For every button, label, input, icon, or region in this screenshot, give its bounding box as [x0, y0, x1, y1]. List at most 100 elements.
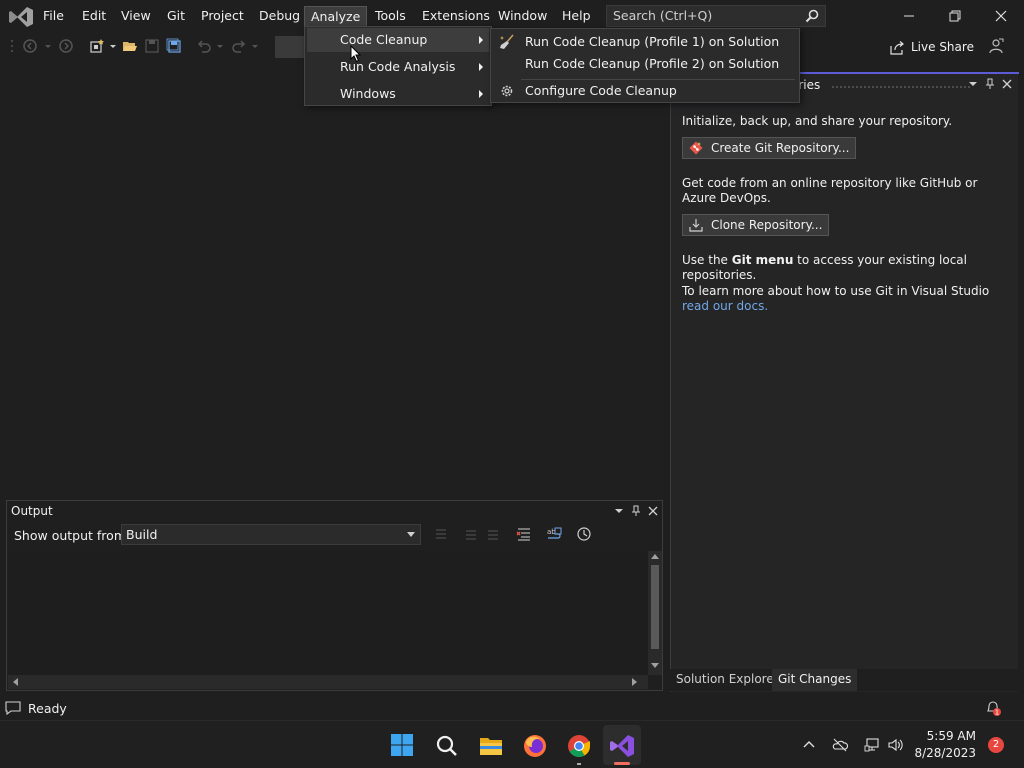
analyze-menu: Code Cleanup Run Code Analysis Windows [304, 26, 492, 106]
scroll-right-icon[interactable] [632, 678, 638, 686]
menu-extensions[interactable]: Extensions [416, 6, 496, 26]
output-text-area[interactable] [8, 551, 648, 675]
menu-git[interactable]: Git [161, 6, 191, 26]
search-placeholder: Search (Ctrl+Q) [613, 8, 713, 23]
output-dropdown-icon[interactable] [613, 505, 625, 517]
menu-view[interactable]: View [115, 6, 157, 26]
bell-badge-count: 1 [995, 709, 999, 717]
notification-bell-icon[interactable]: 1 [985, 700, 1001, 716]
read-docs-link[interactable]: read our docs. [682, 299, 768, 313]
open-folder-icon[interactable] [122, 38, 138, 54]
scroll-down-icon[interactable] [651, 663, 659, 669]
firefox-icon[interactable] [522, 733, 548, 759]
search-box[interactable]: Search (Ctrl+Q) [606, 5, 826, 27]
taskbar: 5:59 AM 8/28/2023 2 [0, 720, 1024, 768]
word-wrap-icon[interactable]: ab [546, 526, 562, 542]
prev-message-icon[interactable] [463, 526, 479, 542]
panel-close-icon[interactable] [1001, 78, 1013, 90]
back-icon[interactable] [22, 38, 38, 54]
menu-run-code-analysis[interactable]: Run Code Analysis [307, 55, 489, 79]
file-explorer-icon[interactable] [478, 733, 504, 759]
panel-grip [831, 85, 971, 89]
menu-edit[interactable]: Edit [76, 6, 112, 26]
chrome-icon[interactable] [566, 733, 592, 759]
menu-code-cleanup[interactable]: Code Cleanup [307, 28, 489, 52]
status-text: Ready [28, 701, 67, 716]
restore-icon[interactable] [942, 4, 968, 28]
panel-dropdown-icon[interactable] [967, 78, 979, 90]
scrollbar-thumb[interactable] [651, 565, 659, 649]
menu-project[interactable]: Project [195, 6, 250, 26]
status-bar: Ready 1 [0, 697, 1024, 720]
next-message-icon[interactable] [485, 526, 501, 542]
visual-studio-logo-icon[interactable] [8, 5, 34, 29]
chevron-up-icon[interactable] [801, 737, 817, 753]
menu-tools[interactable]: Tools [369, 6, 412, 26]
menu-windows[interactable]: Windows [307, 82, 489, 106]
submenu-arrow-icon [479, 36, 483, 44]
onedrive-icon[interactable] [832, 737, 848, 753]
clock-icon[interactable] [576, 526, 592, 542]
volume-icon[interactable] [887, 737, 903, 753]
create-git-repository-button[interactable]: Create Git Repository... [682, 137, 857, 159]
pin-icon[interactable] [984, 78, 996, 90]
undo-dropdown-icon[interactable] [216, 38, 224, 54]
scroll-up-icon[interactable] [651, 553, 659, 559]
redo-icon[interactable] [231, 38, 247, 54]
right-panel-tabs: Solution Explorer Git Changes [670, 669, 1024, 691]
configure-code-cleanup[interactable]: Configure Code Cleanup [493, 80, 797, 102]
running-app-indicator [577, 763, 581, 765]
init-repo-text: Initialize, back up, and share your repo… [682, 114, 953, 128]
forward-icon[interactable] [58, 38, 74, 54]
run-cleanup-profile-2[interactable]: Run Code Cleanup (Profile 2) on Solution [493, 53, 797, 75]
output-source-value: Build [126, 527, 158, 542]
clone-icon [689, 219, 703, 232]
run-cleanup-profile-1[interactable]: Run Code Cleanup (Profile 1) on Solution [493, 31, 797, 53]
windows-start-icon[interactable] [390, 733, 414, 757]
submenu-arrow-icon [479, 90, 483, 98]
tab-solution-explorer[interactable]: Solution Explorer [670, 669, 785, 691]
live-share-button[interactable]: Live Share [911, 40, 974, 54]
output-vertical-scrollbar[interactable] [648, 551, 662, 675]
network-icon[interactable] [864, 737, 880, 753]
scroll-left-icon[interactable] [12, 678, 18, 686]
output-close-icon[interactable] [647, 505, 659, 517]
undo-icon[interactable] [196, 38, 212, 54]
save-all-icon[interactable] [166, 38, 182, 54]
clock-date[interactable]: 8/28/2023 [912, 746, 976, 760]
save-icon[interactable] [144, 38, 160, 54]
clone-intro-text: Get code from an online repository like … [682, 176, 978, 205]
notification-count-badge[interactable]: 2 [988, 737, 1004, 753]
menu-debug[interactable]: Debug [253, 6, 306, 26]
menu-help[interactable]: Help [556, 6, 597, 26]
clear-all-icon[interactable] [516, 526, 532, 542]
git-menu-text: Use the Git menu to access your existing… [682, 253, 1002, 283]
back-dropdown-icon[interactable] [44, 38, 52, 54]
clone-repository-button[interactable]: Clone Repository... [682, 214, 830, 236]
feedback-icon[interactable] [988, 38, 1004, 54]
minimize-icon[interactable] [896, 4, 922, 28]
visual-studio-taskbar-icon[interactable] [609, 733, 635, 759]
menu-file[interactable]: File [37, 6, 70, 26]
clone-repository-label: Clone Repository... [711, 218, 823, 232]
submenu-arrow-icon [479, 63, 483, 71]
new-dropdown-icon[interactable] [109, 38, 117, 54]
search-taskbar-icon[interactable] [434, 733, 460, 759]
tab-git-changes[interactable]: Git Changes [772, 669, 858, 691]
find-message-icon[interactable] [433, 526, 449, 542]
output-pin-icon[interactable] [630, 505, 642, 517]
editor-area[interactable] [0, 62, 668, 500]
chevron-down-icon [407, 532, 415, 537]
new-project-icon[interactable] [89, 38, 105, 54]
close-icon[interactable] [988, 4, 1014, 28]
output-source-select[interactable]: Build [121, 524, 421, 545]
menu-window[interactable]: Window [492, 6, 553, 26]
redo-dropdown-icon[interactable] [251, 38, 259, 54]
share-icon[interactable] [889, 41, 905, 55]
git-repository-panel: ories Initialize, back up, and share you… [670, 72, 1019, 692]
menu-analyze[interactable]: Analyze [304, 6, 368, 26]
git-menu-bold: Git menu [731, 253, 794, 267]
active-app-indicator [614, 762, 630, 765]
output-horizontal-scrollbar[interactable] [8, 675, 648, 689]
clock-time[interactable]: 5:59 AM [920, 729, 976, 743]
